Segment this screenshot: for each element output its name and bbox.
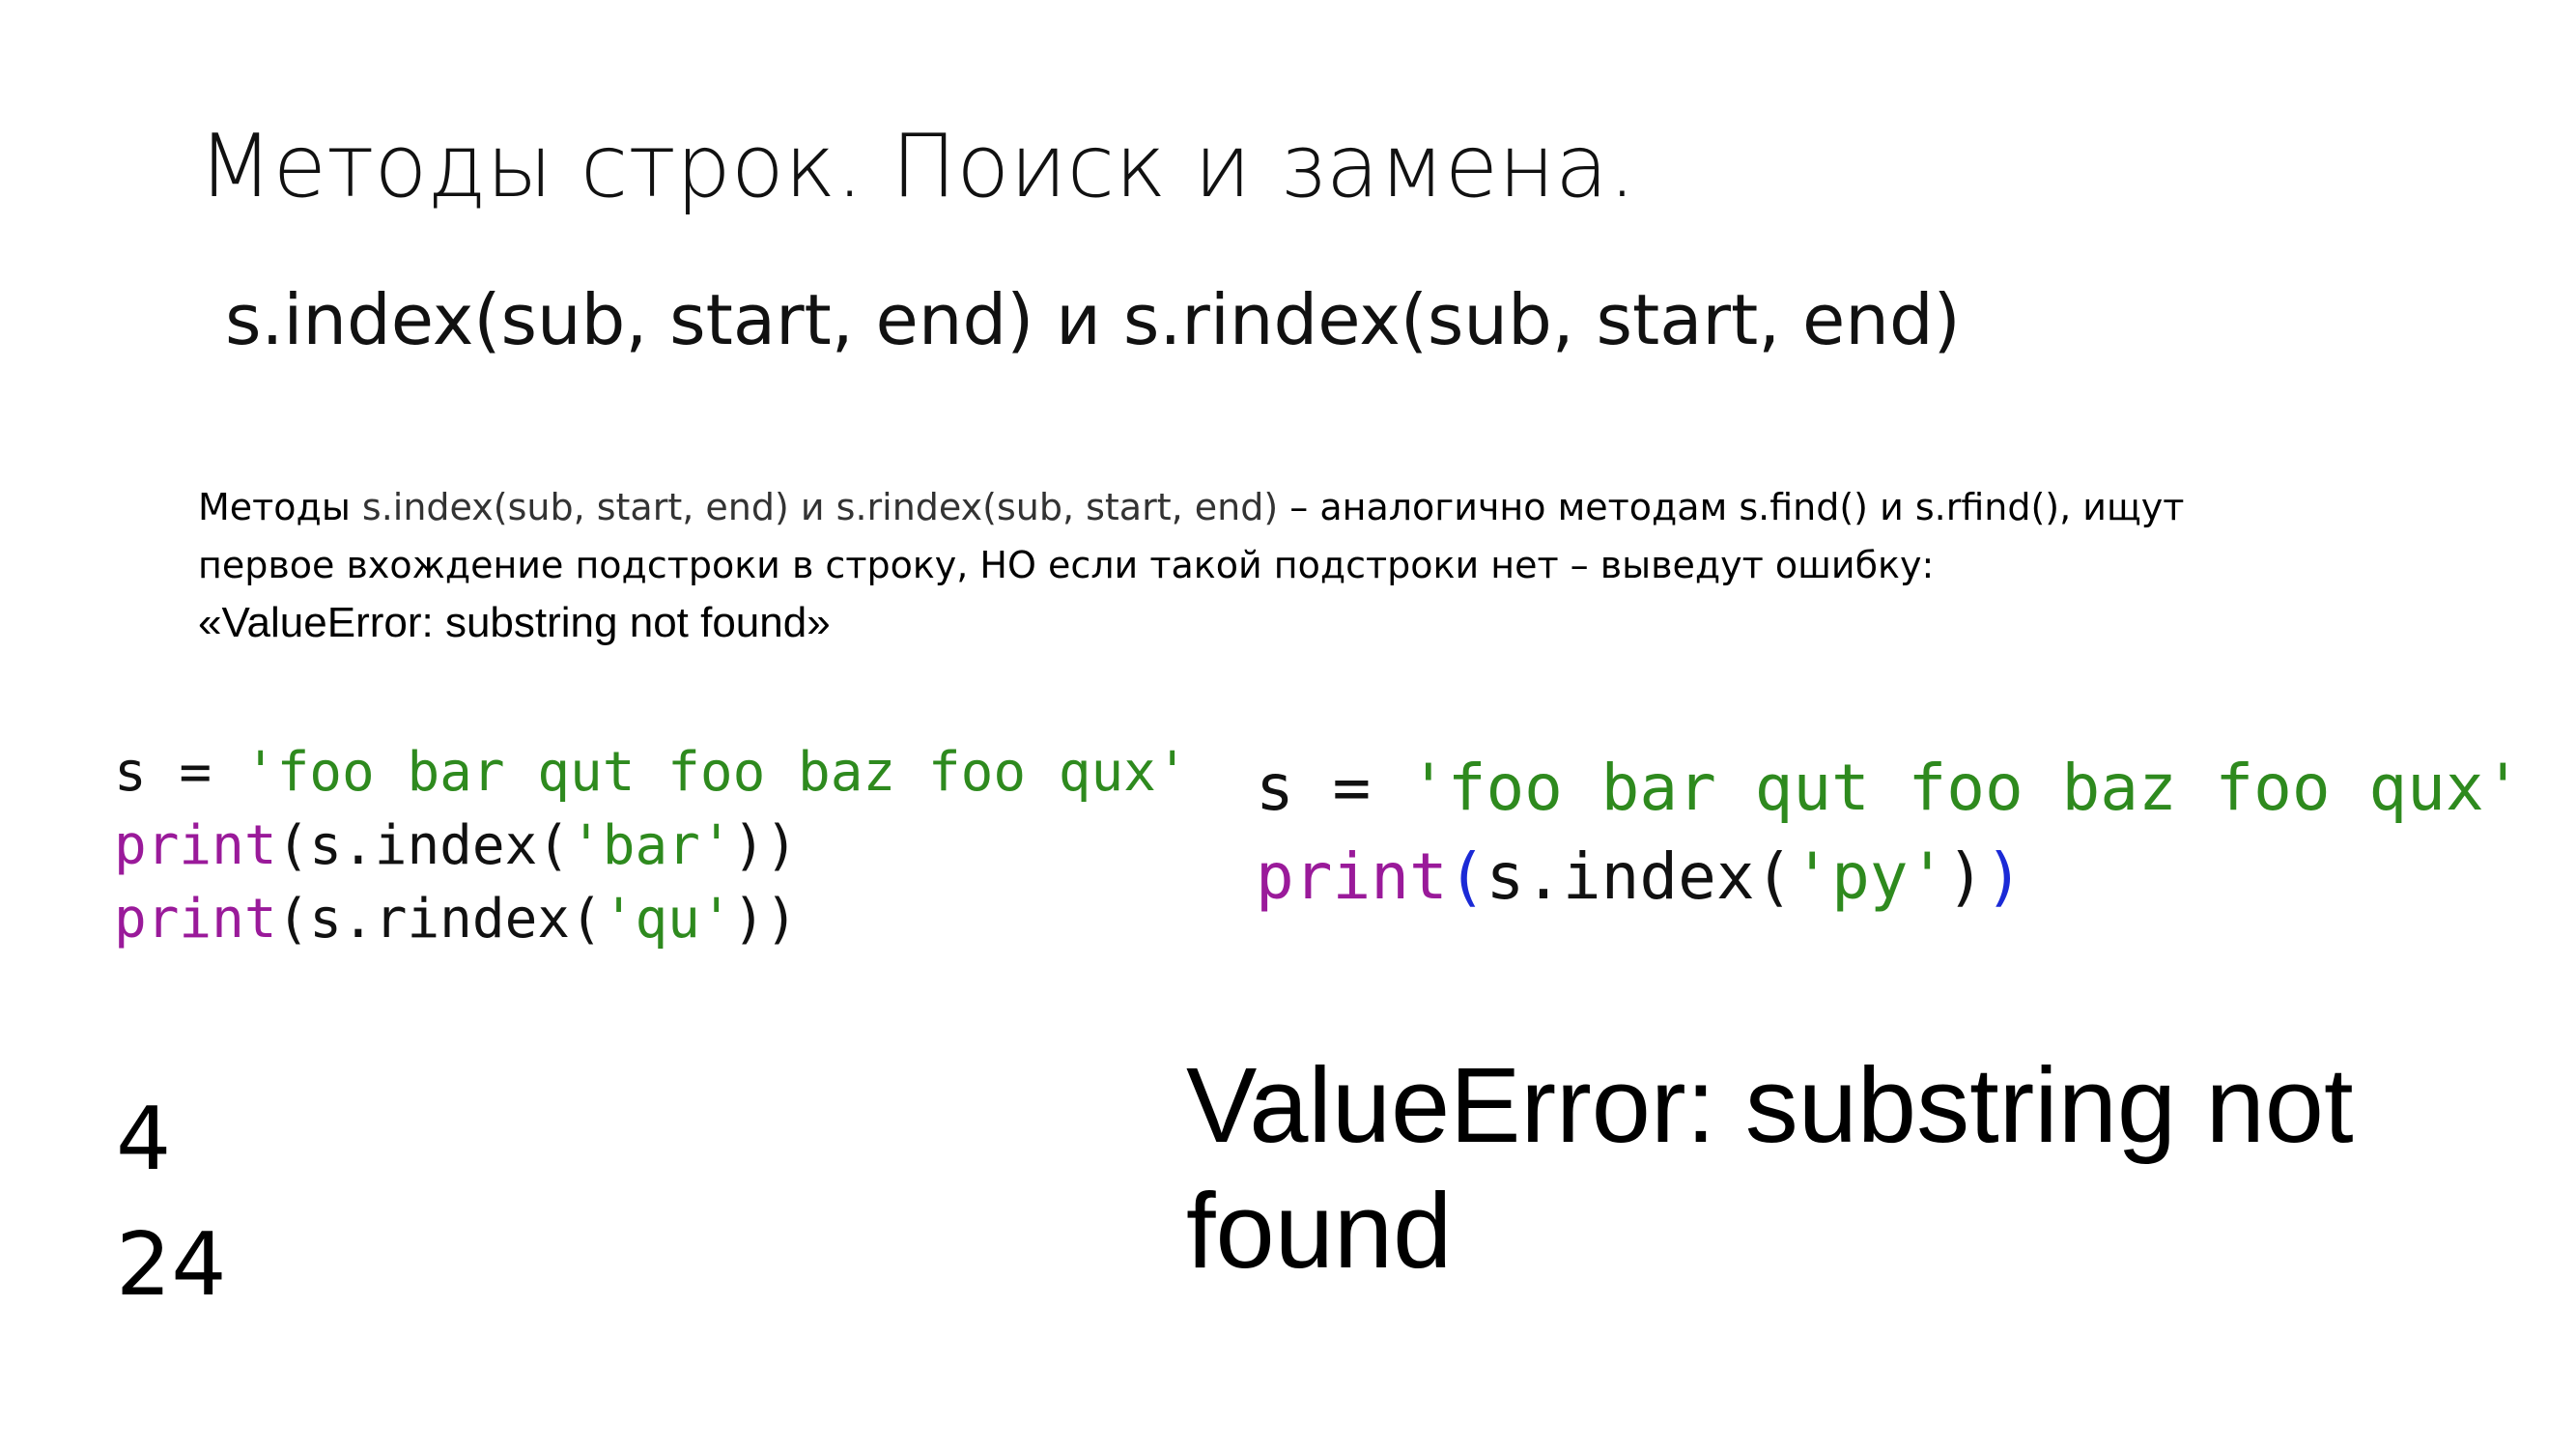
code-var: s — [1256, 751, 1294, 825]
code-paren: )) — [732, 888, 799, 951]
output-line: 24 — [116, 1214, 227, 1316]
code-paren: ( — [276, 888, 310, 951]
code-paren: ( — [1447, 839, 1486, 914]
code-var: s — [114, 741, 147, 804]
code-string: 'bar' — [570, 814, 733, 877]
code-call: s.index( — [309, 814, 571, 877]
description-line-1: Методы s.index(sub, start, end) и s.rind… — [198, 478, 2497, 536]
code-paren: ) — [1946, 839, 1986, 914]
code-string: 'foo bar qut foo baz foo qux' — [243, 741, 1189, 804]
description-prefix: Методы — [198, 486, 362, 528]
code-print: print — [114, 814, 277, 877]
code-operator: = — [1293, 751, 1409, 825]
code-print: print — [1256, 839, 1448, 914]
description-rest: – аналогично методам s.find() и s.rfind(… — [1278, 486, 2185, 528]
code-print: print — [114, 888, 277, 951]
code-call: s.index( — [1486, 839, 1794, 914]
output-line: 4 — [116, 1089, 172, 1190]
code-paren: )) — [732, 814, 799, 877]
description-line-2: первое вхождение подстроки в строку, НО … — [198, 544, 1935, 586]
code-operator: = — [146, 741, 244, 804]
output-left: 4 24 — [116, 1077, 227, 1328]
description-methods: s.index(sub, start, end) и s.rindex(sub,… — [361, 486, 1279, 528]
code-paren: ( — [276, 814, 310, 877]
description: Методы s.index(sub, start, end) и s.rind… — [198, 478, 2497, 652]
code-string: 'foo bar qut foo baz foo qux' — [1408, 751, 2523, 825]
code-call: s.rindex( — [309, 888, 603, 951]
slide-title: Методы строк. Поиск и замена. — [198, 116, 1636, 217]
code-example-left: s = 'foo bar qut foo baz foo qux' print(… — [114, 736, 1189, 956]
code-string: 'qu' — [602, 888, 733, 951]
description-line-3: «ValueError: substring not found» — [198, 599, 831, 646]
code-paren: ) — [1985, 839, 2024, 914]
code-example-right: s = 'foo bar qut foo baz foo qux' print(… — [1256, 744, 2522, 922]
slide-subtitle: s.index(sub, start, end) и s.rindex(sub,… — [225, 279, 1961, 360]
error-output: ValueError: substring not found — [1186, 1046, 2354, 1291]
code-string: 'py' — [1793, 839, 1947, 914]
